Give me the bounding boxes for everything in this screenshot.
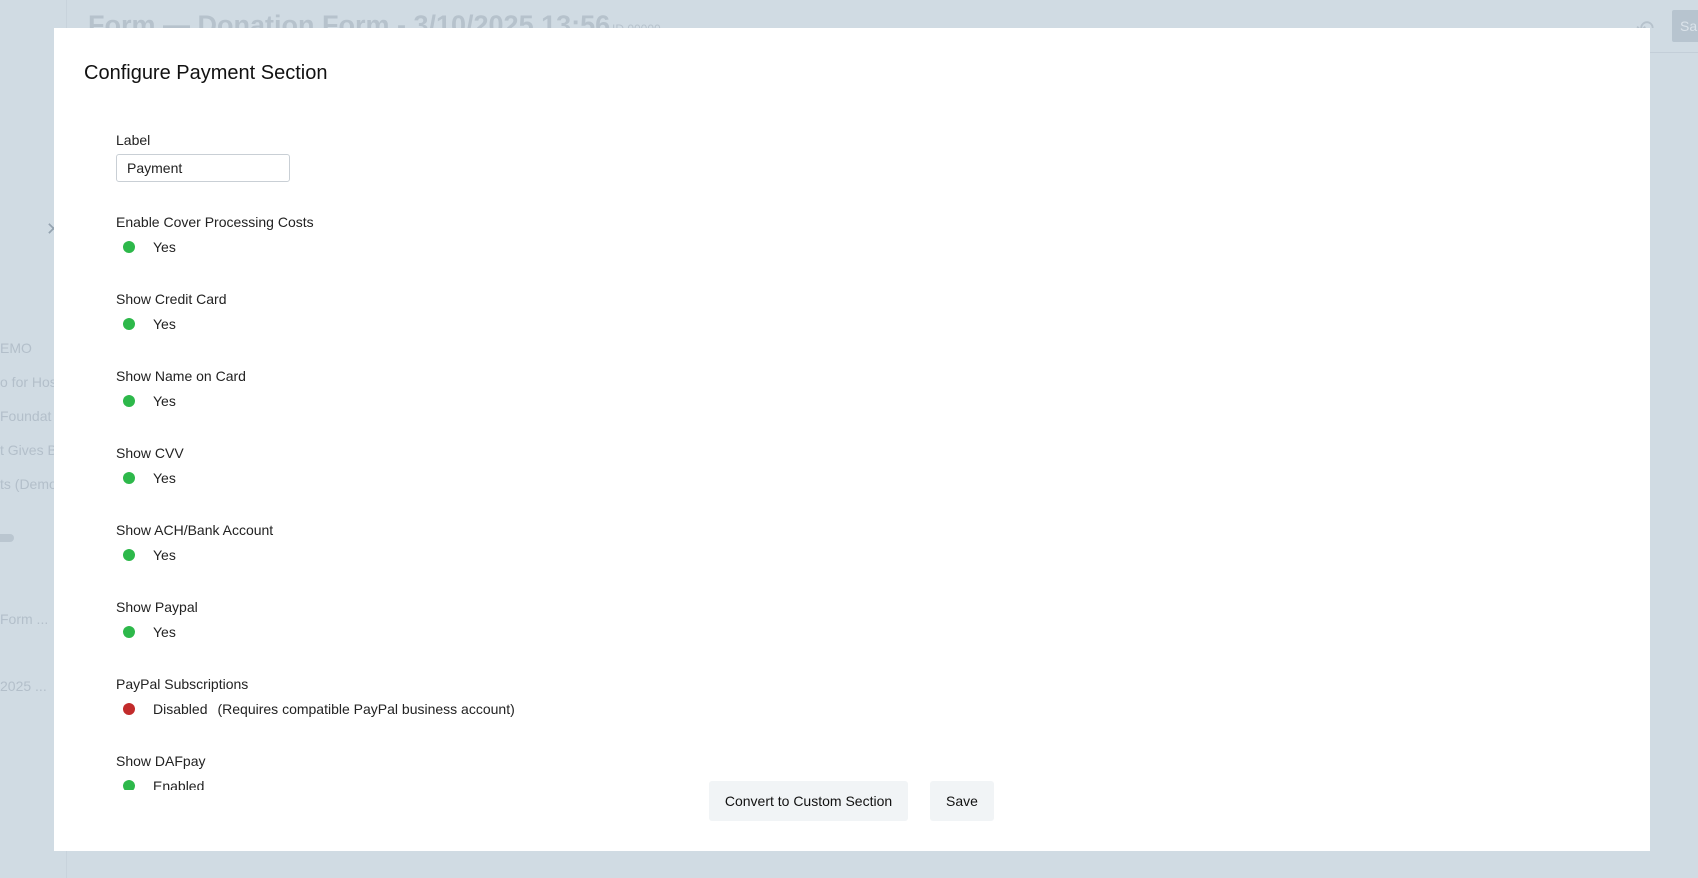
setting-show-ach-bank-account: Show ACH/Bank Account Yes <box>116 522 273 564</box>
setting-show-name-on-card: Show Name on Card Yes <box>116 368 246 410</box>
configure-payment-modal: Configure Payment Section Label Enable C… <box>54 28 1650 851</box>
background-sidebar-item: t Gives B <box>0 442 57 458</box>
setting-label: Show Paypal <box>116 599 198 615</box>
setting-value: Yes <box>153 547 176 563</box>
status-dot-icon <box>123 241 135 253</box>
background-sidebar-item: EMO <box>0 340 32 356</box>
status-dot-icon <box>123 472 135 484</box>
setting-value-row[interactable]: Yes <box>116 392 246 410</box>
setting-show-credit-card: Show Credit Card Yes <box>116 291 227 333</box>
setting-value: Disabled <box>153 701 208 717</box>
background-sidebar-item: o for Hos <box>0 374 57 390</box>
setting-label: Show CVV <box>116 445 184 461</box>
label-field-label: Label <box>116 132 151 148</box>
setting-value: Yes <box>153 393 176 409</box>
setting-label: Show Name on Card <box>116 368 246 384</box>
setting-show-dafpay: Show DAFpay Enabled <box>116 753 205 790</box>
setting-value-row[interactable]: Disabled (Requires compatible PayPal bus… <box>116 700 515 718</box>
setting-value-row[interactable]: Yes <box>116 469 184 487</box>
setting-show-paypal: Show Paypal Yes <box>116 599 198 641</box>
background-sidebar-item: ts (Demo <box>0 476 57 492</box>
setting-label: PayPal Subscriptions <box>116 676 249 692</box>
setting-value-row[interactable]: Yes <box>116 238 314 256</box>
setting-value: Enabled <box>153 778 205 790</box>
background-sidebar-item: 2025 ... <box>0 678 47 694</box>
setting-label: Show Credit Card <box>116 291 227 307</box>
setting-paypal-subscriptions: PayPal Subscriptions Disabled (Requires … <box>116 676 515 718</box>
setting-value-row[interactable]: Yes <box>116 546 273 564</box>
status-dot-icon <box>123 703 135 715</box>
setting-cover-processing-costs: Enable Cover Processing Costs Yes <box>116 214 314 256</box>
status-dot-icon <box>123 780 135 790</box>
status-dot-icon <box>123 549 135 561</box>
background-save-button: Sa <box>1672 10 1698 42</box>
setting-label: Show DAFpay <box>116 753 206 769</box>
setting-value-row[interactable]: Yes <box>116 315 227 333</box>
setting-value: Yes <box>153 470 176 486</box>
setting-value: Yes <box>153 239 176 255</box>
label-input[interactable] <box>116 154 290 182</box>
setting-value-row[interactable]: Enabled <box>116 777 205 790</box>
save-button[interactable]: Save <box>930 781 994 821</box>
background-toggle <box>0 534 14 542</box>
background-sidebar-item: Form ... <box>0 611 49 627</box>
label-field: Label <box>116 132 290 182</box>
setting-label: Enable Cover Processing Costs <box>116 214 314 230</box>
convert-to-custom-section-button[interactable]: Convert to Custom Section <box>709 781 908 821</box>
status-dot-icon <box>123 318 135 330</box>
setting-value: Yes <box>153 316 176 332</box>
setting-show-cvv: Show CVV Yes <box>116 445 184 487</box>
status-dot-icon <box>123 395 135 407</box>
modal-body[interactable]: Label Enable Cover Processing Costs Yes … <box>116 104 1516 790</box>
setting-note: (Requires compatible PayPal business acc… <box>217 701 515 717</box>
status-dot-icon <box>123 626 135 638</box>
setting-value-row[interactable]: Yes <box>116 623 198 641</box>
setting-label: Show ACH/Bank Account <box>116 522 274 538</box>
modal-title: Configure Payment Section <box>84 62 328 84</box>
background-sidebar-item: Foundat <box>0 408 52 424</box>
setting-value: Yes <box>153 624 176 640</box>
